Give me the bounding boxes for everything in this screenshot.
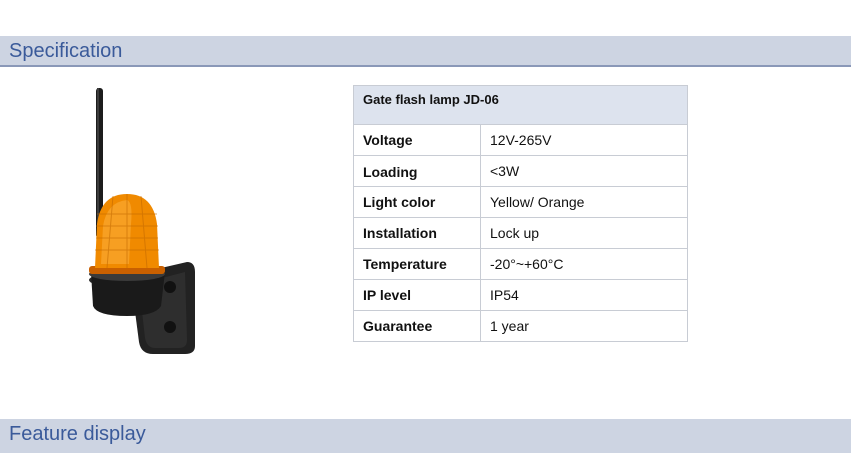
spec-label: Light color [353,186,481,218]
product-image-flash-lamp [75,84,215,356]
spec-value: 1 year [480,310,688,342]
feature-display-section-header: Feature display [0,419,851,453]
spec-label-cell: Loading capacity [353,155,481,187]
table-row: Guarantee 1 year [353,310,688,342]
spec-label: Temperature [353,248,481,280]
spec-label: Voltage [353,124,481,156]
table-row: Installation Lock up [353,217,688,249]
spec-value: 12V-265V [480,124,688,156]
top-cut-off-text-area [0,0,857,10]
spec-label: IP level [353,279,481,311]
table-row: Temperature -20°~+60°C [353,248,688,280]
spec-value: <3W [480,155,688,187]
spec-value: Lock up [480,217,688,249]
table-row: Light color Yellow/ Orange [353,186,688,218]
flash-lamp-illustration [89,88,195,354]
table-row: Loading capacity <3W [353,155,688,187]
spec-value: -20°~+60°C [480,248,688,280]
specification-title: Specification [9,40,123,62]
table-row: IP level IP54 [353,279,688,311]
spec-table-header: Gate flash lamp JD-06 [353,85,688,125]
spec-label: Guarantee [353,310,481,342]
specification-section-header: Specification [0,36,851,67]
table-row: Voltage 12V-265V [353,124,688,156]
spec-value: IP54 [480,279,688,311]
spec-label: Installation [353,217,481,249]
specification-table: Gate flash lamp JD-06 Voltage 12V-265V L… [353,85,688,342]
spec-label: Loading capacity [363,164,419,184]
feature-display-title: Feature display [9,423,146,445]
spec-table-header-row: Gate flash lamp JD-06 [353,85,688,125]
spec-value: Yellow/ Orange [480,186,688,218]
